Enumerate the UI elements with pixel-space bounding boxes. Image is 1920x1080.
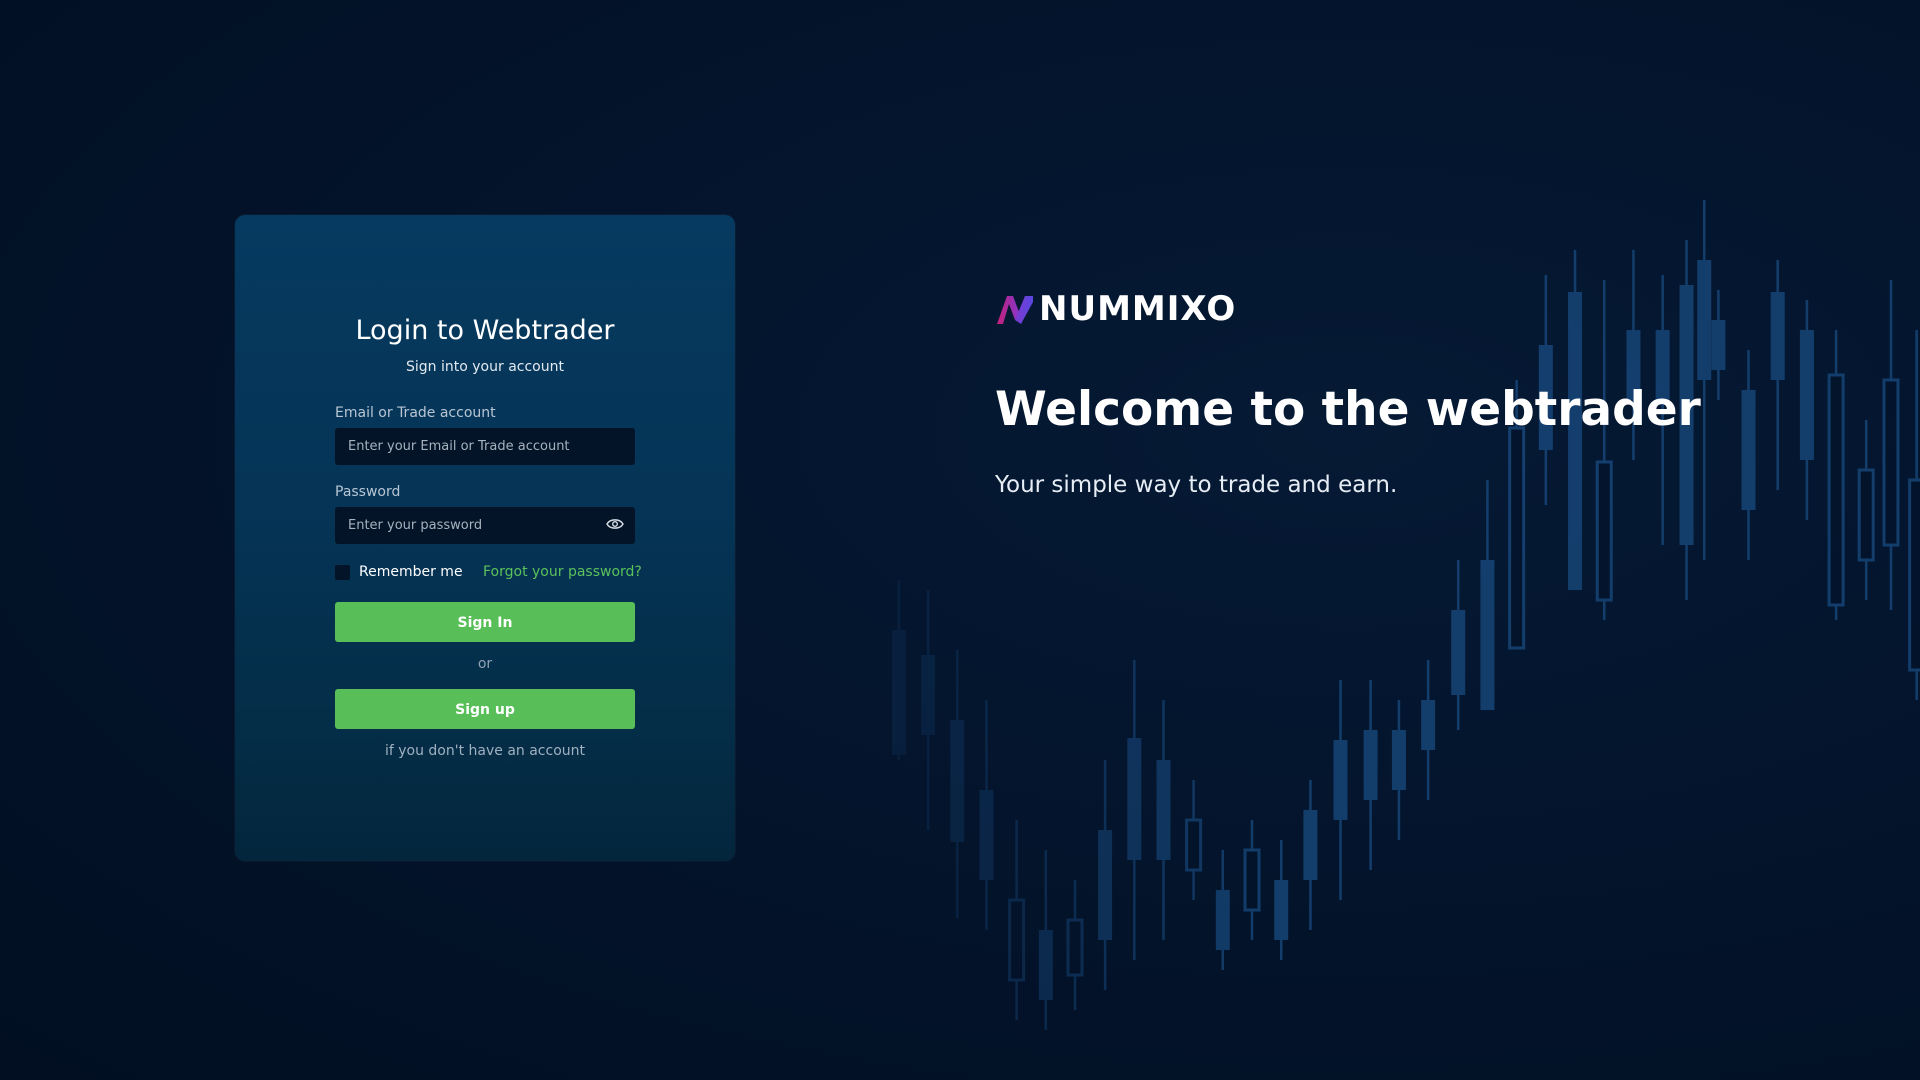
background-candle <box>1480 480 1495 710</box>
background-candle <box>1391 700 1406 840</box>
background-candle <box>1363 680 1378 870</box>
background-candle <box>1799 300 1814 520</box>
remember-me-checkbox-wrap[interactable]: Remember me <box>335 564 463 580</box>
background-candle <box>1697 200 1712 560</box>
app-root: Login to Webtrader Sign into your accoun… <box>0 0 1920 1080</box>
remember-me-checkbox[interactable] <box>335 564 350 580</box>
background-candle <box>1098 760 1113 990</box>
background-candle <box>921 590 936 830</box>
nummixo-logo-icon <box>997 296 1033 324</box>
background-candle <box>1243 820 1261 940</box>
password-input[interactable] <box>335 507 635 544</box>
background-candle <box>1857 420 1875 600</box>
sign-up-button[interactable]: Sign up <box>335 689 635 729</box>
background-candle <box>1303 780 1318 930</box>
brand: NUMMIXO <box>995 292 1236 326</box>
background-candle <box>1066 880 1084 1010</box>
remember-me-label: Remember me <box>359 564 463 580</box>
welcome-title: Welcome to the webtrader <box>995 382 1701 437</box>
background-candle <box>950 650 965 918</box>
login-subtitle: Sign into your account <box>406 359 564 375</box>
background-candle <box>891 580 906 760</box>
background-candle <box>1741 350 1756 560</box>
no-account-hint: if you don't have an account <box>384 743 586 759</box>
background-candle <box>1882 280 1900 610</box>
background-candle <box>1908 330 1920 700</box>
or-divider-text: or <box>477 656 493 672</box>
background-candle <box>1421 660 1436 800</box>
background-candle <box>1711 290 1726 400</box>
background-candle <box>1827 330 1845 620</box>
login-title: Login to Webtrader <box>355 315 615 346</box>
background-candle <box>1127 660 1142 960</box>
forgot-password-link[interactable]: Forgot your password? <box>483 564 642 580</box>
background-candle <box>1274 840 1289 960</box>
welcome-subtitle: Your simple way to trade and earn. <box>995 472 1398 498</box>
eye-icon[interactable] <box>606 517 624 531</box>
background-candle <box>1770 260 1785 490</box>
email-input[interactable] <box>335 428 635 465</box>
background-candle <box>1008 820 1026 1020</box>
sign-in-button[interactable]: Sign In <box>335 602 635 642</box>
background-candle <box>1451 560 1466 730</box>
background-candle <box>1595 280 1613 620</box>
background-candle <box>1038 850 1053 1030</box>
background-candle <box>1215 850 1230 970</box>
email-label: Email or Trade account <box>335 405 496 421</box>
background-candle <box>979 700 994 930</box>
brand-name: NUMMIXO <box>1039 289 1237 329</box>
background-candle <box>1333 680 1348 900</box>
login-card: Login to Webtrader Sign into your accoun… <box>235 215 735 861</box>
background-candle <box>1156 700 1171 940</box>
password-label: Password <box>335 484 401 500</box>
background-candle <box>1185 780 1203 900</box>
